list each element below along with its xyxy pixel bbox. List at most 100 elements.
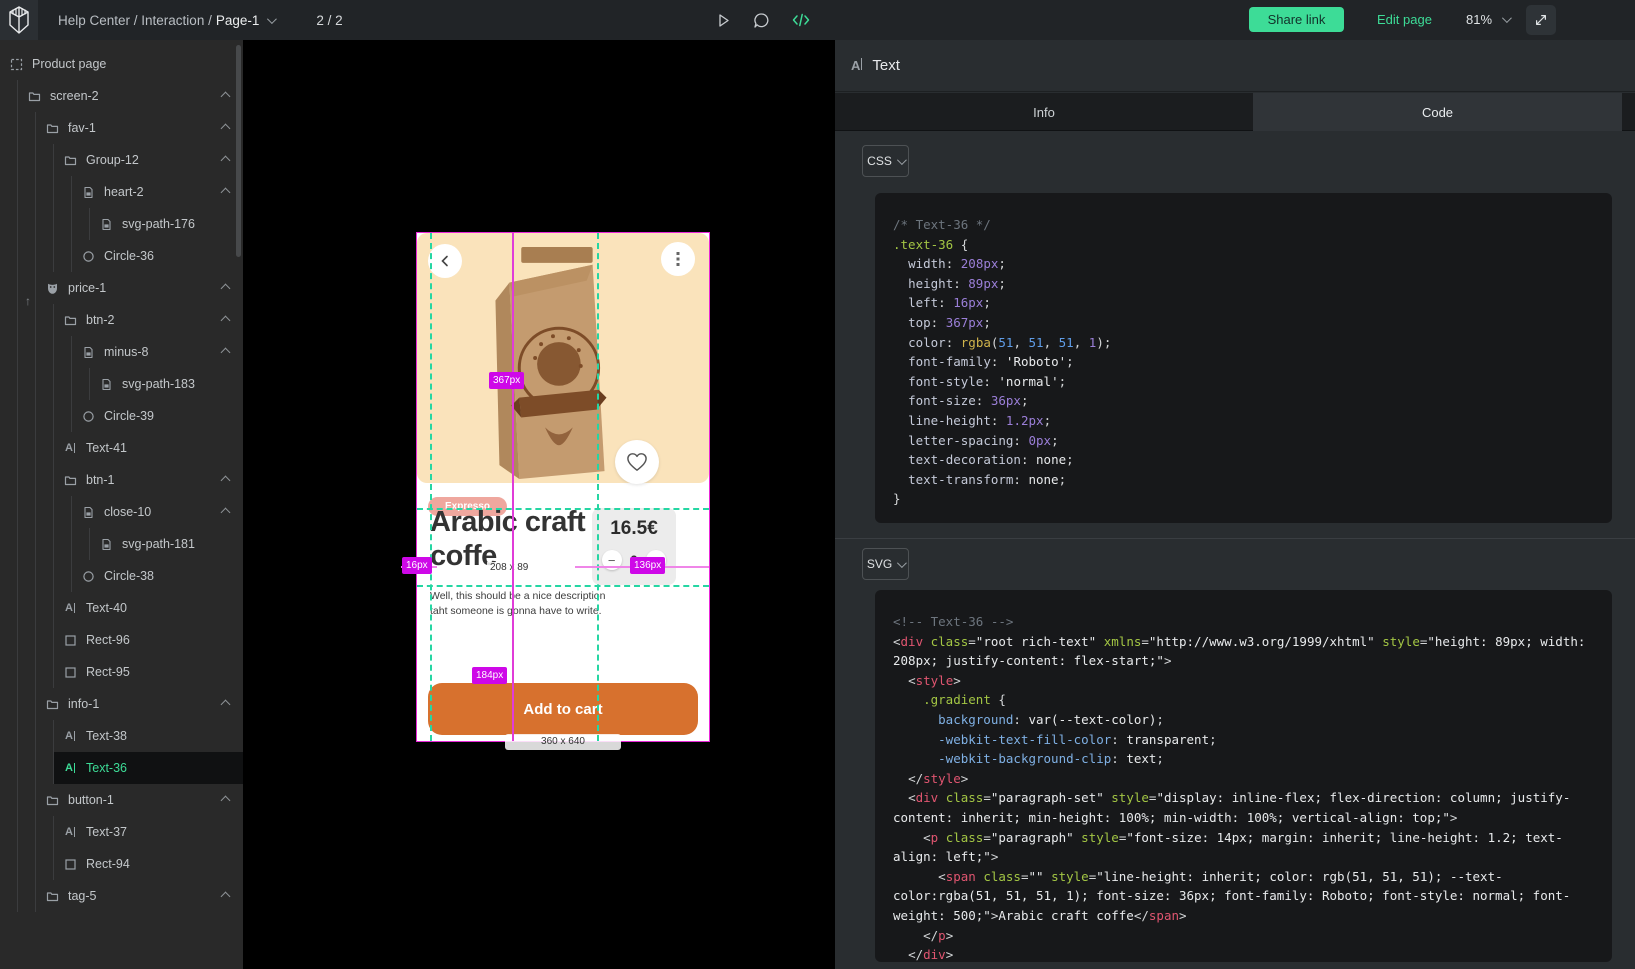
layer-children: fav-1 Group-12 heart-2 svg-path-176 Circle-3… [35, 112, 243, 912]
layer-row-text-41[interactable]: AText-41 [54, 432, 243, 464]
favorite-button[interactable] [615, 440, 659, 484]
product-page-artboard[interactable]: Expresso Arabic craft coffe 208 x 89 Wel… [417, 233, 709, 741]
collapse-chevron-icon[interactable] [221, 476, 231, 486]
layer-row-svg-path-181[interactable]: svg-path-181 [90, 528, 243, 560]
svg-format-dropdown[interactable]: SVG [862, 548, 909, 580]
css-code-block[interactable]: /* Text-36 */.text-36 { width: 208px; he… [875, 193, 1612, 523]
collapse-chevron-icon[interactable] [221, 508, 231, 518]
code-line: font-style: 'normal'; [893, 372, 1594, 392]
layer-row-rect-96[interactable]: Rect-96 [54, 624, 243, 656]
collapse-chevron-icon[interactable] [221, 124, 231, 134]
code-line: height: 89px; [893, 274, 1594, 294]
layer-row-circle-38[interactable]: Circle-38 [72, 560, 243, 592]
fullscreen-button[interactable] [1526, 5, 1556, 35]
add-to-cart-button[interactable]: Add to cart [428, 683, 698, 735]
share-link-button[interactable]: Share link [1249, 7, 1344, 32]
collapse-chevron-icon[interactable] [221, 156, 231, 166]
design-canvas[interactable]: Expresso Arabic craft coffe 208 x 89 Wel… [243, 40, 835, 969]
code-line: } [893, 489, 1594, 509]
layer-row-minus-8[interactable]: minus-8 [72, 336, 243, 368]
circle-icon [81, 409, 95, 423]
code-line: background: var(--text-color); [893, 710, 1594, 730]
layer-row-product-page[interactable]: Product page [0, 48, 243, 80]
chevron-down-icon [1502, 13, 1512, 23]
collapse-chevron-icon[interactable] [221, 316, 231, 326]
layer-row-price-1[interactable]: price-1↑ [36, 272, 243, 304]
layer-row-fav-1[interactable]: fav-1 [36, 112, 243, 144]
layer-row-text-38[interactable]: AText-38 [54, 720, 243, 752]
layer-row-btn-2[interactable]: btn-2 [54, 304, 243, 336]
layer-row-rect-94[interactable]: Rect-94 [54, 848, 243, 880]
layer-row-circle-39[interactable]: Circle-39 [72, 400, 243, 432]
code-icon [792, 12, 810, 28]
layer-row-screen-2[interactable]: screen-2 [18, 80, 243, 112]
collapse-chevron-icon[interactable] [221, 188, 231, 198]
chevron-down-icon [897, 155, 907, 165]
price-value: 16.5€ [592, 518, 676, 540]
layer-label: close-10 [104, 505, 151, 519]
layer-row-svg-path-176[interactable]: svg-path-176 [90, 208, 243, 240]
layer-row-text-37[interactable]: AText-37 [54, 816, 243, 848]
svg-file-icon [81, 185, 95, 199]
code-line: color: rgba(51, 51, 51, 1); [893, 333, 1594, 353]
layer-row-tag-5[interactable]: tag-5 [36, 880, 243, 912]
more-menu-button[interactable] [661, 242, 695, 276]
layer-row-group-12[interactable]: Group-12 [54, 144, 243, 176]
collapse-chevron-icon[interactable] [221, 92, 231, 102]
breadcrumb-current[interactable]: Page-1 [216, 13, 260, 28]
layer-row-circle-36[interactable]: Circle-36 [72, 240, 243, 272]
fullscreen-icon [1534, 13, 1548, 27]
breadcrumb-prefix: Help Center / Interaction / [58, 13, 212, 28]
layer-label: svg-path-181 [122, 537, 195, 551]
tab-code[interactable]: Code [1253, 93, 1622, 131]
css-format-dropdown[interactable]: CSS [862, 145, 909, 177]
chevron-down-icon [267, 14, 277, 24]
mask-arrow-icon: ↑ [25, 294, 31, 308]
comment-button[interactable] [753, 12, 770, 29]
code-line: letter-spacing: 0px; [893, 431, 1594, 451]
code-view-button[interactable] [792, 12, 810, 28]
code-line: line-height: 1.2px; [893, 411, 1594, 431]
layer-row-button-1[interactable]: button-1 [36, 784, 243, 816]
chevron-left-icon [439, 255, 451, 267]
layer-row-text-40[interactable]: AText-40 [54, 592, 243, 624]
zoom-dropdown[interactable]: 81% [1466, 12, 1509, 27]
guide-vertical-right [597, 233, 599, 741]
zoom-value: 81% [1466, 12, 1492, 27]
layer-label: heart-2 [104, 185, 144, 199]
layer-row-info-1[interactable]: info-1 [36, 688, 243, 720]
layer-row-close-10[interactable]: close-10 [72, 496, 243, 528]
svg-code-block[interactable]: <!-- Text-36 --><div class="root rich-te… [875, 590, 1612, 962]
code-line: top: 367px; [893, 313, 1594, 333]
layer-row-heart-2[interactable]: heart-2 [72, 176, 243, 208]
edit-page-link[interactable]: Edit page [1377, 12, 1432, 27]
collapse-chevron-icon[interactable] [221, 348, 231, 358]
app-logo[interactable] [0, 0, 38, 40]
folder-icon [45, 121, 59, 135]
layer-label: fav-1 [68, 121, 96, 135]
guide-vertical-left [430, 233, 432, 741]
selection-dimensions-label: 208 x 89 [487, 562, 531, 573]
collapse-chevron-icon[interactable] [221, 892, 231, 902]
collapse-chevron-icon[interactable] [221, 796, 231, 806]
layer-label: Circle-36 [104, 249, 154, 263]
folder-icon [45, 697, 59, 711]
layer-label: Text-37 [86, 825, 127, 839]
breadcrumb[interactable]: Help Center / Interaction / Page-1 [58, 13, 274, 28]
collapse-chevron-icon[interactable] [221, 700, 231, 710]
back-button[interactable] [428, 244, 462, 278]
sidebar-scrollbar[interactable] [236, 45, 241, 257]
collapse-chevron-icon[interactable] [221, 284, 231, 294]
layer-row-rect-95[interactable]: Rect-95 [54, 656, 243, 688]
play-button[interactable] [715, 12, 731, 28]
layer-row-text-36[interactable]: AText-36 [54, 752, 243, 784]
product-image-area [417, 233, 709, 483]
layer-row-btn-1[interactable]: btn-1 [54, 464, 243, 496]
layer-row-svg-path-183[interactable]: svg-path-183 [90, 368, 243, 400]
layer-label: Text-40 [86, 601, 127, 615]
rect-icon [63, 665, 77, 679]
code-line: </p> [893, 926, 1594, 946]
inspector-tabs: Info Code [835, 93, 1635, 131]
tab-info[interactable]: Info [835, 93, 1253, 131]
page-indicator: 2 / 2 [316, 13, 342, 28]
